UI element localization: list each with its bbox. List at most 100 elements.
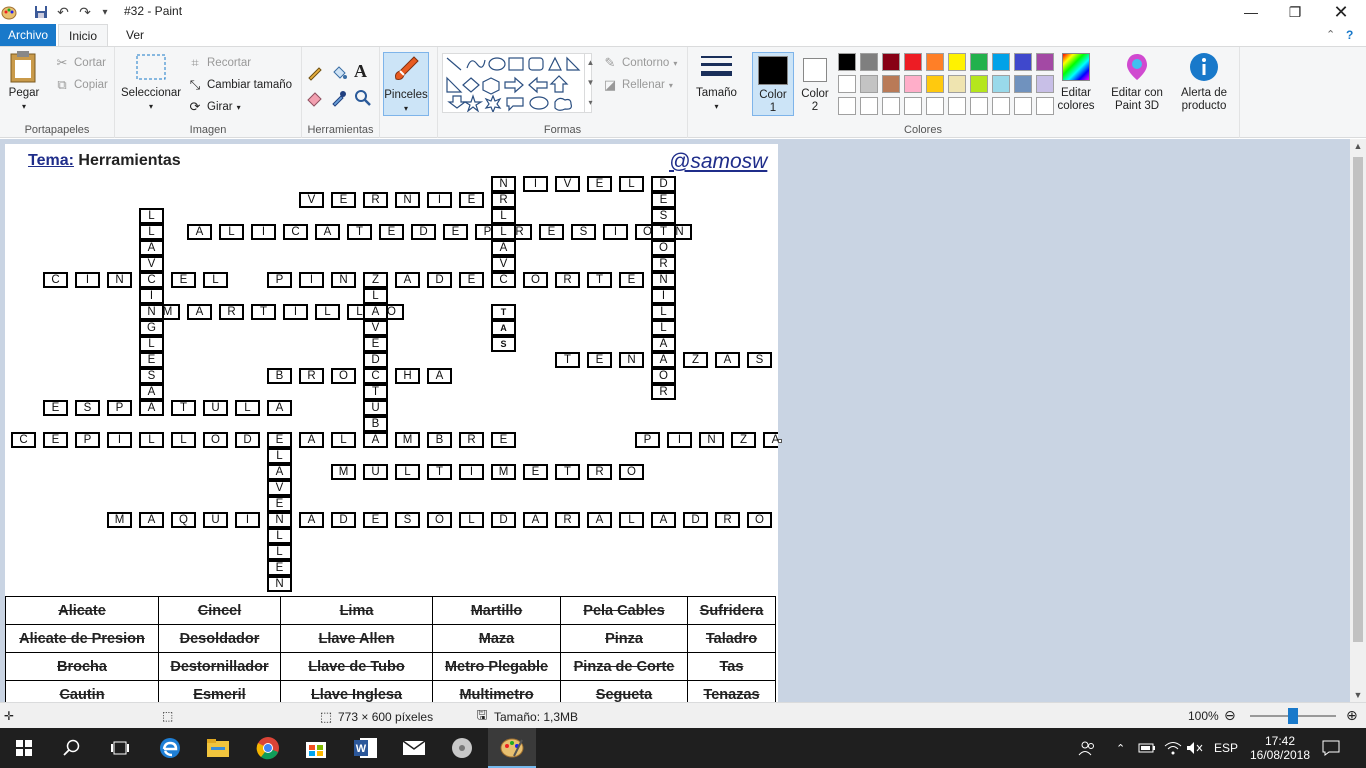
zoom-slider[interactable]	[1250, 708, 1336, 724]
crossword-cell: I	[283, 304, 308, 320]
magnifier-tool[interactable]	[354, 89, 372, 107]
palette-swatch[interactable]	[904, 53, 922, 71]
battery-icon[interactable]	[1138, 728, 1156, 768]
paint-taskbar-icon[interactable]	[488, 728, 536, 768]
paint-app-icon[interactable]	[0, 3, 18, 21]
zoom-in-icon[interactable]: ⊕	[1346, 707, 1358, 724]
tab-inicio[interactable]: Inicio	[58, 24, 108, 46]
text-tool-icon[interactable]: A	[354, 61, 367, 82]
redo-icon[interactable]: ↷	[76, 3, 94, 21]
palette-swatch[interactable]	[1014, 53, 1032, 71]
size-button[interactable]: Tamaño ▾	[696, 51, 737, 113]
palette-swatch[interactable]	[882, 53, 900, 71]
wifi-icon[interactable]	[1164, 728, 1182, 768]
shapes-scroll[interactable]: ▲ ▼ ▾	[584, 53, 596, 113]
palette-swatch[interactable]	[970, 53, 988, 71]
language-indicator[interactable]: ESP	[1214, 728, 1238, 768]
scroll-down-icon[interactable]: ▼	[1350, 690, 1366, 700]
rotate-button[interactable]: ⟳ Girar ▾	[187, 99, 241, 115]
fill-button[interactable]: ◪ Rellenar ▾	[602, 77, 673, 93]
palette-swatch[interactable]	[926, 53, 944, 71]
canvas-resize-handle[interactable]	[778, 439, 782, 443]
vertical-scrollbar[interactable]: ▲ ▼	[1350, 139, 1366, 702]
crop-button[interactable]: ⌗ Recortar	[187, 55, 251, 71]
palette-swatch[interactable]	[992, 75, 1010, 93]
palette-swatch[interactable]	[992, 53, 1010, 71]
maximize-button[interactable]: ❐	[1272, 0, 1318, 24]
minimize-button[interactable]: —	[1228, 0, 1274, 24]
start-icon[interactable]	[0, 728, 48, 768]
palette-swatch[interactable]	[860, 97, 878, 115]
close-button[interactable]: ✕	[1318, 0, 1364, 24]
size-group: Tamaño ▾	[688, 47, 748, 138]
cut-button[interactable]: ✂ Cortar	[54, 55, 106, 71]
palette-swatch[interactable]	[882, 75, 900, 93]
crossword-cell: A	[523, 512, 548, 528]
search-icon[interactable]	[48, 728, 96, 768]
volume-muted-icon[interactable]	[1186, 728, 1204, 768]
palette-swatch[interactable]	[1036, 53, 1054, 71]
action-center-icon[interactable]	[1322, 728, 1340, 768]
outline-button[interactable]: ✎ Contorno ▾	[602, 55, 678, 71]
palette-swatch[interactable]	[1014, 97, 1032, 115]
save-icon[interactable]	[32, 3, 50, 21]
chrome-icon[interactable]	[244, 728, 292, 768]
people-icon[interactable]	[1078, 728, 1096, 768]
brushes-button[interactable]: Pinceles ▾	[383, 52, 429, 116]
scrollbar-thumb[interactable]	[1353, 157, 1363, 642]
palette-swatch[interactable]	[1036, 75, 1054, 93]
fill-tool[interactable]	[330, 63, 348, 81]
resize-button[interactable]: ⤡ Cambiar tamaño	[187, 77, 292, 93]
drawing-canvas[interactable]: Tema: Herramientas @samosw NIVELVERNIERA…	[5, 144, 778, 702]
customize-quick-access-icon[interactable]: ▾	[96, 3, 114, 21]
clock[interactable]: 17:42 16/08/2018	[1246, 728, 1314, 768]
tab-ver[interactable]: Ver	[118, 24, 152, 46]
scroll-up-icon[interactable]: ▲	[1350, 141, 1366, 151]
palette-swatch[interactable]	[882, 97, 900, 115]
palette-swatch[interactable]	[970, 75, 988, 93]
crossword-cell: I	[603, 224, 628, 240]
pencil-tool[interactable]	[306, 63, 324, 81]
tab-archivo[interactable]: Archivo	[0, 24, 56, 46]
media-player-icon[interactable]	[438, 728, 486, 768]
paint3d-button[interactable]: Editar con Paint 3D	[1106, 51, 1168, 113]
zoom-slider-thumb[interactable]	[1288, 708, 1298, 724]
palette-swatch[interactable]	[926, 75, 944, 93]
color1-button[interactable]: Color 1	[752, 52, 794, 116]
help-icon[interactable]: ?	[1338, 24, 1361, 46]
store-icon[interactable]	[292, 728, 340, 768]
product-alert-button[interactable]: Alerta de producto	[1174, 51, 1234, 113]
palette-swatch[interactable]	[838, 75, 856, 93]
word-icon[interactable]: W	[342, 728, 390, 768]
palette-swatch[interactable]	[970, 97, 988, 115]
palette-swatch[interactable]	[948, 53, 966, 71]
palette-swatch[interactable]	[838, 97, 856, 115]
palette-swatch[interactable]	[1014, 75, 1032, 93]
shapes-gallery[interactable]	[442, 53, 592, 114]
file-explorer-icon[interactable]	[194, 728, 242, 768]
palette-swatch[interactable]	[904, 97, 922, 115]
palette-swatch[interactable]	[926, 97, 944, 115]
zoom-out-icon[interactable]: ⊖	[1224, 707, 1236, 724]
edge-icon[interactable]	[146, 728, 194, 768]
palette-swatch[interactable]	[948, 75, 966, 93]
edit-colors-button[interactable]: Editar colores	[1056, 51, 1096, 113]
palette-swatch[interactable]	[1036, 97, 1054, 115]
undo-icon[interactable]: ↶	[54, 3, 72, 21]
eraser-tool[interactable]	[306, 89, 324, 107]
author-handle: @samosw	[669, 150, 768, 173]
palette-swatch[interactable]	[904, 75, 922, 93]
palette-swatch[interactable]	[948, 97, 966, 115]
select-button[interactable]: Seleccionar ▾	[121, 51, 181, 113]
palette-swatch[interactable]	[992, 97, 1010, 115]
color2-button[interactable]: Color 2	[798, 52, 832, 114]
show-hidden-icons[interactable]: ⌃	[1116, 728, 1125, 768]
mail-icon[interactable]	[390, 728, 438, 768]
copy-button[interactable]: ⧉ Copiar	[54, 77, 108, 93]
palette-swatch[interactable]	[860, 75, 878, 93]
color-picker-tool[interactable]	[330, 89, 348, 107]
paste-button[interactable]: Pegar ▾	[8, 51, 40, 113]
task-view-icon[interactable]	[96, 728, 144, 768]
palette-swatch[interactable]	[860, 53, 878, 71]
palette-swatch[interactable]	[838, 53, 856, 71]
